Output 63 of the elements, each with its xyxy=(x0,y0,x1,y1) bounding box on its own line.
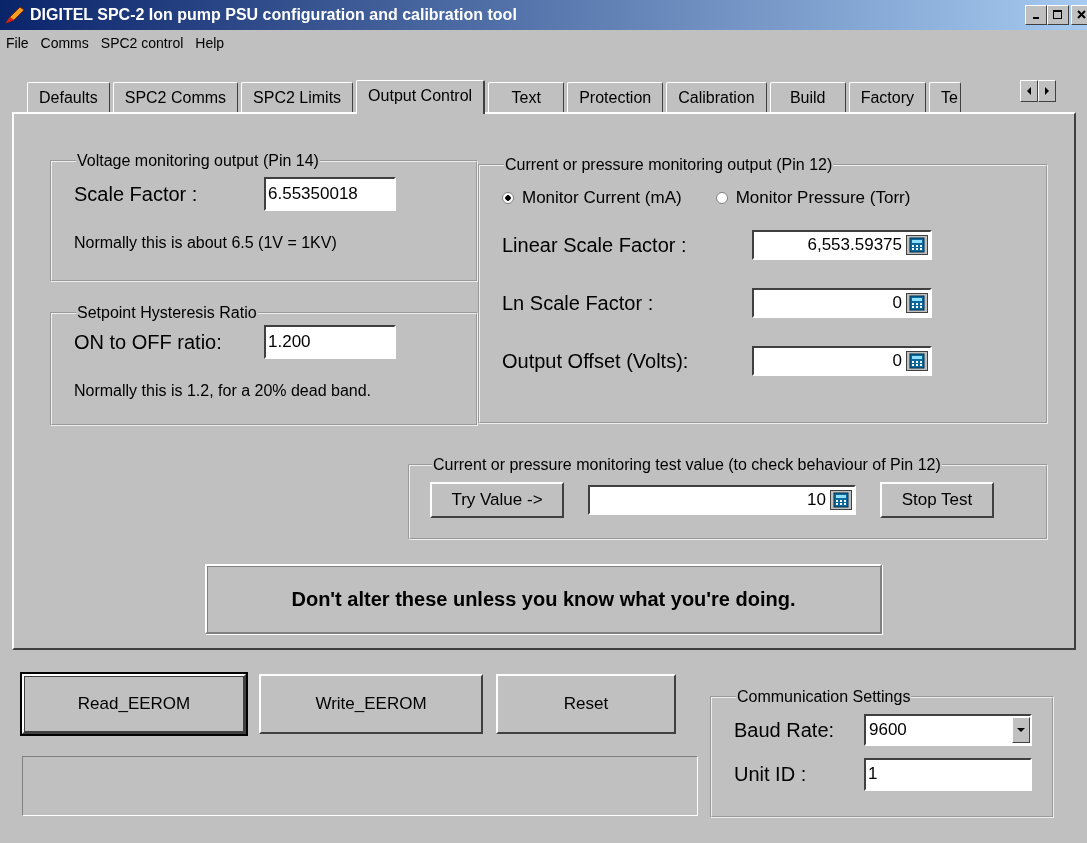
right-arrow-icon xyxy=(1043,86,1051,96)
menu-item[interactable]: SPC2 control xyxy=(96,35,192,51)
pen-icon xyxy=(4,5,26,25)
radio-label[interactable]: Monitor Current (mA) xyxy=(522,188,682,208)
number-field[interactable]: 0 xyxy=(752,346,932,376)
radio-button[interactable] xyxy=(715,192,728,204)
close-icon xyxy=(1077,10,1087,20)
tab[interactable]: Protection xyxy=(567,82,664,112)
tab[interactable]: SPC2 Comms xyxy=(112,82,239,112)
field-label: ON to OFF ratio: xyxy=(74,330,223,354)
calculator-icon[interactable] xyxy=(906,235,928,255)
calculator-icon[interactable] xyxy=(830,490,852,510)
menu-item[interactable]: Comms xyxy=(36,35,97,51)
maximize-button[interactable] xyxy=(1047,5,1069,25)
hint-text: Normally this is 1.2, for a 20% dead band. xyxy=(74,382,373,400)
input-field[interactable]: 1 xyxy=(864,757,1032,791)
calculator-icon[interactable] xyxy=(906,293,928,313)
group-title: Communication Settings xyxy=(736,688,912,706)
left-arrow-icon xyxy=(1025,86,1033,96)
tab[interactable]: Te xyxy=(929,82,961,112)
group-title: Voltage monitoring output (Pin 14) xyxy=(76,152,320,170)
warning-message: Don't alter these unless you know what you're doing. xyxy=(205,564,882,634)
input-field[interactable]: 6.55350018 xyxy=(264,177,396,211)
radio-label[interactable]: Monitor Pressure (Torr) xyxy=(735,188,911,208)
action-button[interactable]: Read_EEROM xyxy=(22,674,246,734)
minimize-icon xyxy=(1033,17,1039,19)
maximize-icon xyxy=(1053,10,1063,20)
window-title: DIGITEL SPC-2 Ion pump PSU configuration and calibration tool xyxy=(30,6,518,24)
minimize-button[interactable] xyxy=(1025,5,1047,25)
hint-text: Normally this is about 6.5 (1V = 1KV) xyxy=(74,234,338,252)
field-label: Output Offset (Volts): xyxy=(502,349,690,373)
menu-item[interactable]: Help xyxy=(191,35,233,51)
tab[interactable]: Factory xyxy=(848,82,927,112)
field-label: Linear Scale Factor : xyxy=(502,233,688,257)
menu-item[interactable]: File xyxy=(2,35,37,51)
field-label: Ln Scale Factor : xyxy=(502,291,655,315)
group-title: Current or pressure monitoring test value (to check behaviour of Pin 12) xyxy=(432,456,942,474)
radio-button[interactable] xyxy=(502,192,514,204)
tab[interactable]: Text xyxy=(488,82,565,112)
field-label: Unit ID : xyxy=(734,762,808,786)
stop-test-button[interactable]: Stop Test xyxy=(880,482,994,518)
field-label: Scale Factor : xyxy=(74,182,199,206)
number-field[interactable]: 6,553.59375 xyxy=(752,230,932,260)
scroll-left-button[interactable] xyxy=(1020,80,1038,102)
tab[interactable]: Build xyxy=(769,82,846,112)
tab[interactable]: Defaults xyxy=(27,82,110,112)
number-field[interactable]: 10 xyxy=(588,485,856,515)
group-title: Current or pressure monitoring output (Pin 12) xyxy=(504,156,834,174)
number-field[interactable]: 0 xyxy=(752,288,932,318)
action-button[interactable]: Reset xyxy=(496,674,676,734)
action-button[interactable]: Write_EEROM xyxy=(259,674,483,734)
try-value-button[interactable]: Try Value -> xyxy=(430,482,564,518)
dropdown-arrow-icon xyxy=(1016,727,1026,733)
tab[interactable]: SPC2 Limits xyxy=(241,82,354,112)
baud-rate-dropdown[interactable]: 9600 xyxy=(864,714,1032,746)
calculator-icon[interactable] xyxy=(906,351,928,371)
tab[interactable]: Calibration xyxy=(666,82,767,112)
scroll-right-button[interactable] xyxy=(1038,80,1056,102)
tab[interactable]: Output Control xyxy=(356,80,486,114)
field-label: Baud Rate: xyxy=(734,718,836,742)
close-button[interactable] xyxy=(1071,5,1087,25)
input-field[interactable]: 1.200 xyxy=(264,325,396,359)
group-title: Setpoint Hysteresis Ratio xyxy=(76,304,258,322)
